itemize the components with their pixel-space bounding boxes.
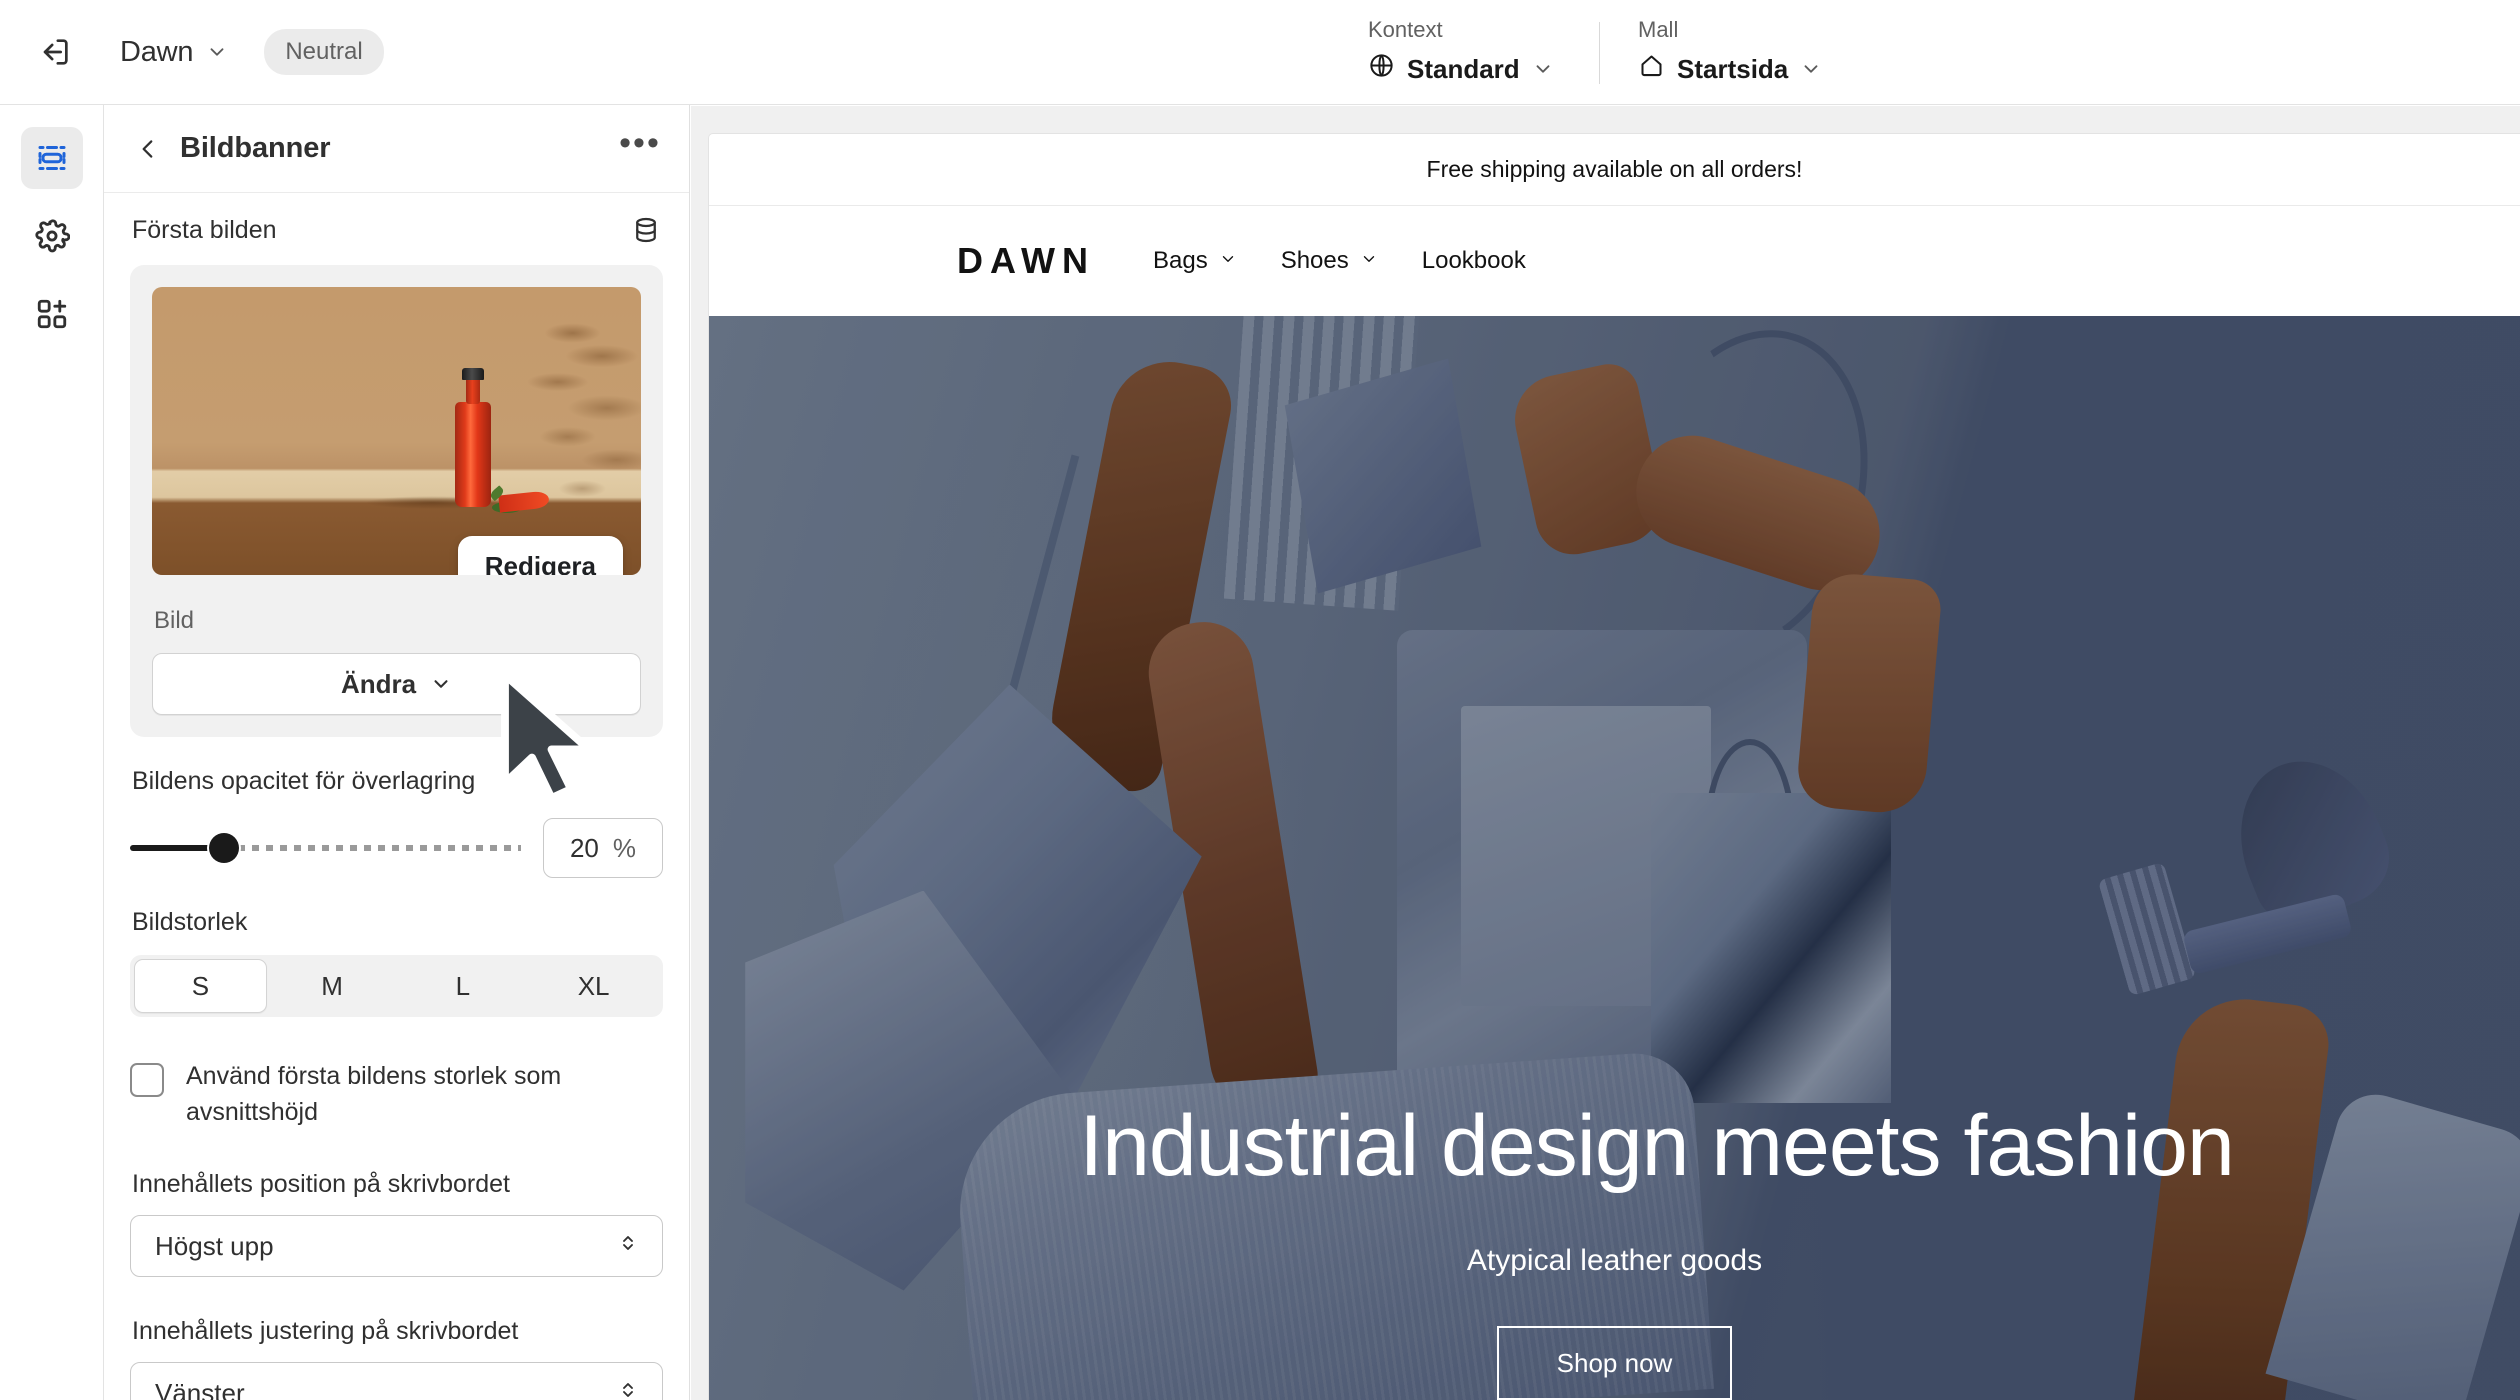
- rail-button-settings[interactable]: [21, 205, 83, 267]
- image-size-label: Bildstorlek: [132, 908, 248, 936]
- context-selector[interactable]: Standard: [1364, 50, 1558, 88]
- template-label: Mall: [1638, 16, 1679, 42]
- apps-add-icon: [37, 299, 66, 329]
- hero-heading: Industrial design meets fashion: [1079, 1098, 2235, 1195]
- chevron-down-icon: [1532, 58, 1554, 80]
- image-size-option-m[interactable]: M: [267, 959, 398, 1013]
- opacity-control-row: 20 %: [130, 818, 663, 878]
- image-size-segmented-control: S M L XL: [130, 955, 663, 1017]
- settings-sidebar: Bildbanner ••• Första bilden Redigera Bi…: [104, 105, 690, 1400]
- store-logo[interactable]: DAWN: [957, 240, 1095, 282]
- ellipsis-horizontal-icon: •••: [619, 123, 661, 162]
- nav-item-shoes[interactable]: Shoes: [1281, 247, 1378, 275]
- hero-subheading: Atypical leather goods: [1466, 1244, 1763, 1277]
- template-value: Startsida: [1677, 53, 1789, 84]
- nav-label-lookbook: Lookbook: [1421, 247, 1526, 274]
- color-scheme-badge[interactable]: Neutral: [264, 29, 384, 75]
- rail-button-sections[interactable]: [20, 127, 83, 189]
- chevron-down-icon: [1800, 58, 1822, 80]
- storefront-preview-frame: Free shipping available on all orders! D…: [709, 134, 2520, 1400]
- image-size-option-s[interactable]: S: [134, 959, 267, 1013]
- opacity-unit: %: [612, 832, 637, 863]
- settings-gear-icon: [34, 219, 70, 253]
- nav-item-bags[interactable]: Bags: [1153, 247, 1237, 275]
- chevron-down-icon: [430, 673, 452, 695]
- database-icon[interactable]: [631, 215, 661, 245]
- announcement-bar[interactable]: Free shipping available on all orders!: [709, 134, 2520, 206]
- context-value: Standard: [1407, 53, 1520, 84]
- home-icon: [1638, 52, 1665, 86]
- hero-content: Industrial design meets fashion Atypical…: [709, 1099, 2520, 1400]
- more-options-button[interactable]: •••: [617, 126, 663, 172]
- topbar-center-group: Kontext Standard Mall Startsida: [1364, 0, 1850, 105]
- sauce-bottle: [455, 368, 492, 508]
- image-field-label: Bild: [154, 607, 195, 634]
- globe-icon: [1368, 52, 1395, 86]
- page-title: Bildbanner: [180, 132, 331, 164]
- select-chevrons-icon: [616, 1378, 640, 1400]
- template-group: Mall Startsida: [1600, 17, 1850, 88]
- theme-selector[interactable]: Dawn: [110, 28, 238, 77]
- image-thumbnail[interactable]: Redigera: [152, 287, 641, 575]
- change-image-button[interactable]: Ändra: [152, 653, 641, 715]
- preview-area: Free shipping available on all orders! D…: [691, 106, 2520, 1400]
- template-selector[interactable]: Startsida: [1634, 50, 1826, 88]
- chevron-down-icon: [206, 41, 228, 63]
- use-first-image-height-row[interactable]: Använd första bildens storlek som avsnit…: [130, 1059, 663, 1130]
- rail-button-apps[interactable]: [21, 283, 83, 345]
- opacity-label: Bildens opacitet för överlagring: [132, 767, 476, 795]
- image-size-option-xl[interactable]: XL: [528, 959, 659, 1013]
- edit-tooltip: Redigera: [457, 536, 623, 575]
- use-first-image-height-label: Använd första bildens storlek som avsnit…: [186, 1062, 562, 1126]
- first-image-label: Första bilden: [132, 215, 277, 244]
- context-label: Kontext: [1368, 16, 1443, 42]
- desktop-content-position-label: Innehållets position på skrivbordet: [132, 1170, 511, 1198]
- nav-label-bags: Bags: [1153, 247, 1208, 274]
- desktop-content-alignment-value: Vänster: [155, 1377, 245, 1400]
- back-button[interactable]: [126, 127, 170, 171]
- desktop-content-alignment-select[interactable]: Vänster: [130, 1362, 663, 1400]
- sections-icon: [38, 146, 65, 170]
- desktop-content-alignment-label: Innehållets justering på skrivbordet: [132, 1317, 519, 1345]
- panel-body: Första bilden Redigera Bild Ändra Bilden…: [104, 193, 689, 1400]
- exit-editor-button[interactable]: [26, 23, 84, 81]
- desktop-content-position-select[interactable]: Högst upp: [130, 1215, 663, 1277]
- chevron-left-icon: [142, 139, 153, 158]
- image-card: Redigera Bild Ändra: [130, 265, 663, 737]
- opacity-slider[interactable]: [130, 833, 521, 863]
- announcement-text: Free shipping available on all orders!: [1426, 156, 1803, 182]
- nav-label-shoes: Shoes: [1280, 247, 1349, 274]
- opacity-value: 20: [569, 832, 599, 863]
- desktop-content-position-value: Högst upp: [155, 1230, 274, 1261]
- chevron-down-icon: [1360, 247, 1378, 275]
- select-chevrons-icon: [616, 1231, 640, 1262]
- use-first-image-height-checkbox[interactable]: [130, 1063, 164, 1097]
- exit-icon: [43, 39, 68, 65]
- opacity-input[interactable]: 20 %: [543, 818, 663, 878]
- storefront-nav: Bags Shoes Lookbook: [1153, 247, 1526, 275]
- storefront-header: DAWN Bags Shoes Lookbook: [709, 206, 2520, 316]
- chevron-down-icon: [1219, 247, 1237, 275]
- image-size-option-l[interactable]: L: [398, 959, 529, 1013]
- first-image-section-header: Första bilden: [130, 215, 663, 245]
- change-image-label: Ändra: [340, 668, 417, 699]
- left-icon-rail: [0, 105, 104, 1400]
- shop-now-button[interactable]: Shop now: [1496, 1326, 1733, 1400]
- image-banner-section[interactable]: Industrial design meets fashion Atypical…: [709, 316, 2520, 1400]
- nav-item-lookbook[interactable]: Lookbook: [1422, 247, 1526, 275]
- theme-name-label: Dawn: [120, 35, 194, 68]
- top-bar: Dawn Neutral Kontext Standard Mall Start…: [0, 0, 2520, 105]
- slider-thumb[interactable]: [208, 833, 239, 863]
- slider-track-remaining: [223, 845, 521, 851]
- chili-pepper: [498, 490, 550, 513]
- panel-header: Bildbanner •••: [104, 105, 689, 193]
- context-group: Kontext Standard: [1364, 17, 1599, 88]
- topbar-left-group: Dawn Neutral: [0, 23, 384, 81]
